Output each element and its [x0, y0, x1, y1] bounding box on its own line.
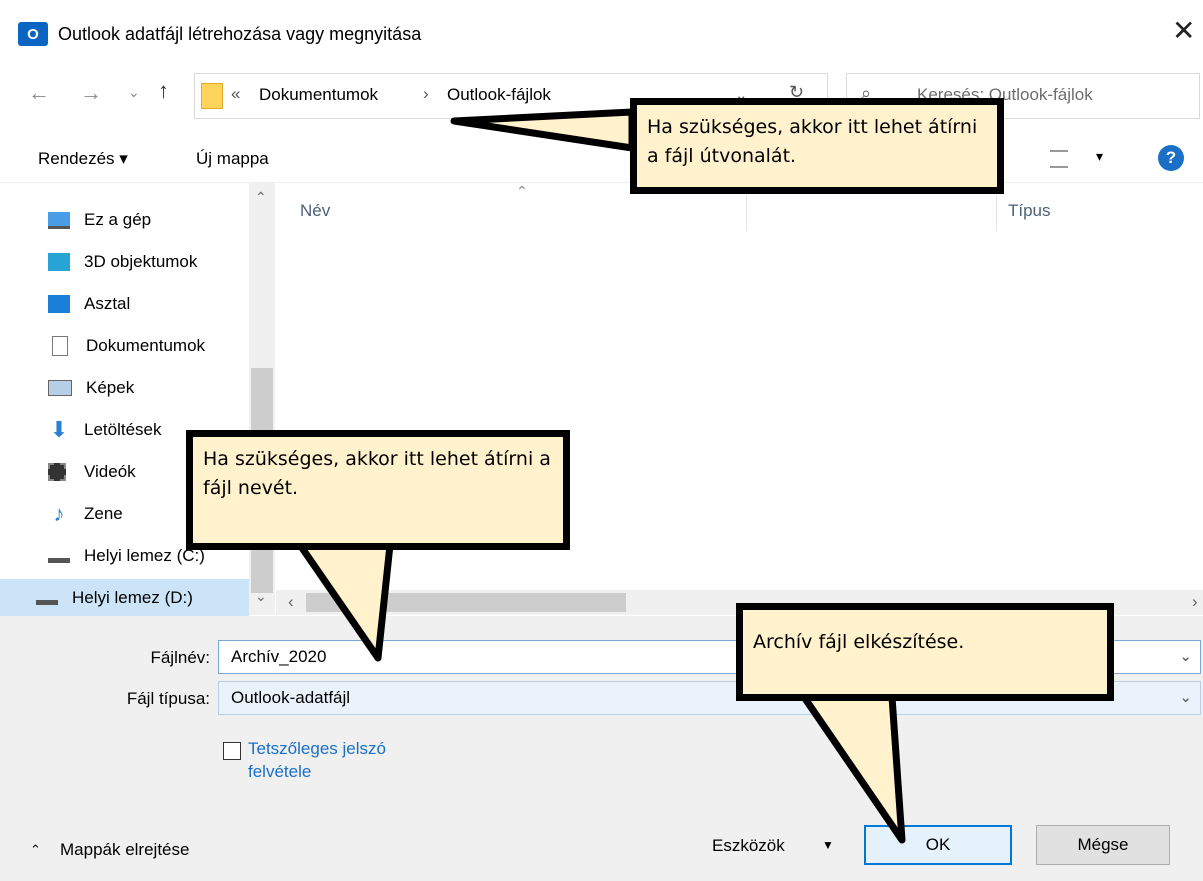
ok-callout: Archív fájl elkészítése.	[736, 603, 1114, 701]
ok-callout-pointer	[800, 693, 906, 844]
path-callout: Ha szükséges, akkor itt lehet átírni a f…	[630, 98, 1004, 194]
name-callout: Ha szükséges, akkor itt lehet átírni a f…	[186, 430, 570, 550]
name-callout-pointer	[296, 541, 394, 662]
callout-pointers	[296, 108, 906, 844]
path-callout-pointer	[450, 108, 636, 152]
